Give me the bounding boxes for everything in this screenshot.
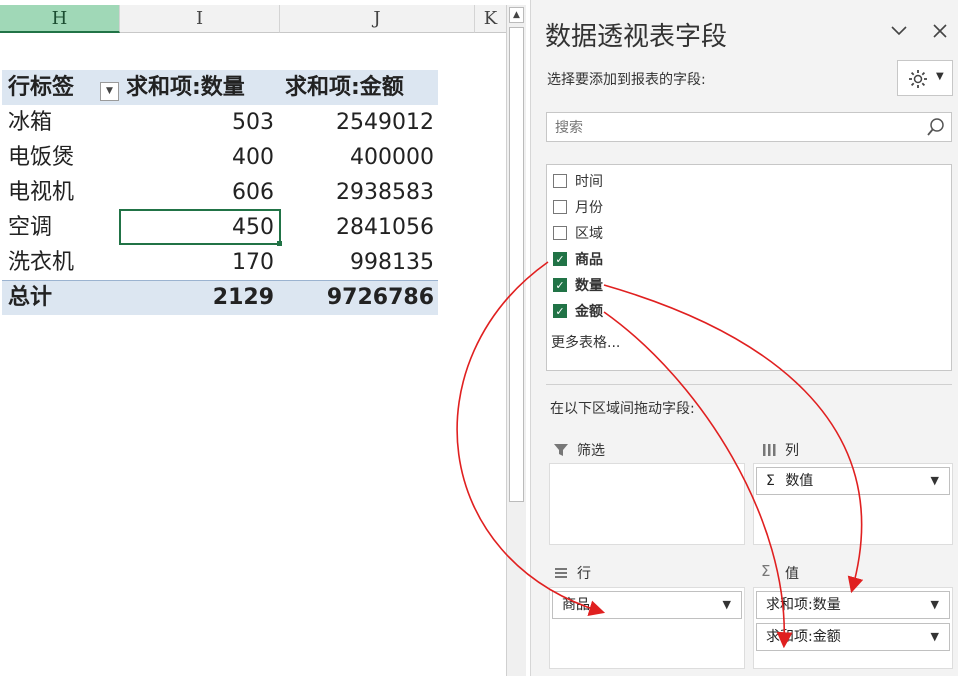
column-header-h[interactable]: H xyxy=(0,5,120,33)
columns-drop-zone[interactable]: Σ 数值 ▼ xyxy=(753,463,953,545)
amount-cell[interactable]: 400000 xyxy=(282,140,434,175)
field-checkbox[interactable] xyxy=(553,200,567,214)
field-label: 时间 xyxy=(575,174,603,190)
column-header-k[interactable]: K xyxy=(475,5,506,33)
rows-item-product[interactable]: 商品 ▼ xyxy=(552,591,742,619)
amount-cell[interactable]: 2841056 xyxy=(282,210,434,245)
amount-cell[interactable]: 2938583 xyxy=(282,175,434,210)
column-header-j[interactable]: J xyxy=(280,5,475,33)
field-label: 金额 xyxy=(575,304,603,320)
field-label: 月份 xyxy=(575,200,603,216)
qty-cell[interactable]: 170 xyxy=(122,245,274,280)
row-label[interactable]: 电视机 xyxy=(8,175,118,210)
field-item-time[interactable]: 时间 xyxy=(553,170,933,192)
section-divider xyxy=(546,384,952,385)
field-item-product[interactable]: ✓ 商品 xyxy=(553,248,933,270)
field-checkbox-checked[interactable]: ✓ xyxy=(553,278,567,292)
vertical-scrollbar[interactable]: ▲ xyxy=(506,5,526,676)
search-icon[interactable] xyxy=(925,116,947,138)
field-list: 时间 月份 区域 ✓ 商品 ✓ 数量 ✓ 金额 更多表格... xyxy=(546,164,952,371)
drag-hint: 在以下区域间拖动字段: xyxy=(550,401,695,417)
row-label[interactable]: 冰箱 xyxy=(8,105,118,140)
field-item-region[interactable]: 区域 xyxy=(553,222,933,244)
rows-area-label: 行 xyxy=(577,566,591,582)
dropdown-caret-icon[interactable]: ▼ xyxy=(723,592,731,618)
sum-amount-header: 求和项:金额 xyxy=(285,75,404,100)
columns-item-values[interactable]: Σ 数值 ▼ xyxy=(756,467,950,495)
row-label[interactable]: 电饭煲 xyxy=(8,140,118,175)
field-checkbox-checked[interactable]: ✓ xyxy=(553,304,567,318)
total-amount[interactable]: 9726786 xyxy=(282,280,434,315)
values-item-label: 求和项:金额 xyxy=(766,629,841,645)
qty-cell[interactable]: 450 xyxy=(122,210,274,245)
values-item-sum-amount[interactable]: 求和项:金额 ▼ xyxy=(756,623,950,651)
values-item-label: 求和项:数量 xyxy=(766,597,841,613)
dropdown-caret-icon[interactable]: ▼ xyxy=(931,624,939,650)
row-labels-filter-button[interactable]: ▼ xyxy=(100,82,119,101)
field-checkbox[interactable] xyxy=(553,226,567,240)
scroll-up-arrow-icon[interactable]: ▲ xyxy=(509,7,524,23)
scroll-thumb[interactable] xyxy=(509,27,524,502)
amount-cell[interactable]: 2549012 xyxy=(282,105,434,140)
qty-cell[interactable]: 503 xyxy=(122,105,274,140)
filter-drop-zone[interactable] xyxy=(549,463,745,545)
pivot-field-panel: 数据透视表字段 选择要添加到报表的字段: ▼ 时间 月份 区域 xyxy=(530,0,958,676)
sigma-icon: Σ xyxy=(761,562,771,580)
field-label: 商品 xyxy=(575,252,603,268)
field-label: 数量 xyxy=(575,278,603,294)
column-header-i[interactable]: I xyxy=(120,5,280,33)
row-labels-header: 行标签 xyxy=(8,75,75,100)
rows-item-label: 商品 xyxy=(562,597,590,613)
dropdown-caret-icon[interactable]: ▼ xyxy=(931,592,939,618)
spreadsheet: H I J K 行标签 ▼ 求和项:数量 求和项:金额 冰箱 503 25490… xyxy=(0,0,506,676)
rows-icon xyxy=(555,568,567,578)
more-tables-link[interactable]: 更多表格... xyxy=(551,332,620,352)
field-checkbox[interactable] xyxy=(553,174,567,188)
sum-qty-header: 求和项:数量 xyxy=(126,75,245,100)
collapse-chevron-icon[interactable] xyxy=(887,18,911,42)
total-label[interactable]: 总计 xyxy=(8,280,118,315)
gear-dropdown-caret-icon: ▼ xyxy=(936,71,944,82)
qty-cell[interactable]: 400 xyxy=(122,140,274,175)
filter-icon xyxy=(554,444,568,456)
columns-icon xyxy=(763,444,776,456)
columns-area-label: 列 xyxy=(785,443,799,459)
rows-drop-zone[interactable]: 商品 ▼ xyxy=(549,587,745,669)
sigma-icon: Σ xyxy=(766,473,775,489)
dropdown-caret-icon[interactable]: ▼ xyxy=(931,468,939,494)
settings-gear-button[interactable]: ▼ xyxy=(897,60,953,96)
row-label[interactable]: 洗衣机 xyxy=(8,245,118,280)
field-search-box[interactable] xyxy=(546,112,952,142)
field-checkbox-checked[interactable]: ✓ xyxy=(553,252,567,266)
search-input[interactable] xyxy=(553,117,917,139)
values-drop-zone[interactable]: 求和项:数量 ▼ 求和项:金额 ▼ xyxy=(753,587,953,669)
panel-subtitle: 选择要添加到报表的字段: xyxy=(547,72,706,88)
qty-cell[interactable]: 606 xyxy=(122,175,274,210)
field-item-month[interactable]: 月份 xyxy=(553,196,933,218)
panel-title: 数据透视表字段 xyxy=(545,22,728,52)
field-item-quantity[interactable]: ✓ 数量 xyxy=(553,274,933,296)
amount-cell[interactable]: 998135 xyxy=(282,245,434,280)
close-icon[interactable] xyxy=(929,20,951,42)
filter-area-label: 筛选 xyxy=(577,443,605,459)
total-qty[interactable]: 2129 xyxy=(122,280,274,315)
row-label[interactable]: 空调 xyxy=(8,210,118,245)
columns-item-label: 数值 xyxy=(785,473,814,489)
values-area-label: 值 xyxy=(785,566,799,582)
field-item-amount[interactable]: ✓ 金额 xyxy=(553,300,933,322)
field-label: 区域 xyxy=(575,226,603,242)
gear-icon xyxy=(909,70,927,88)
values-item-sum-qty[interactable]: 求和项:数量 ▼ xyxy=(756,591,950,619)
